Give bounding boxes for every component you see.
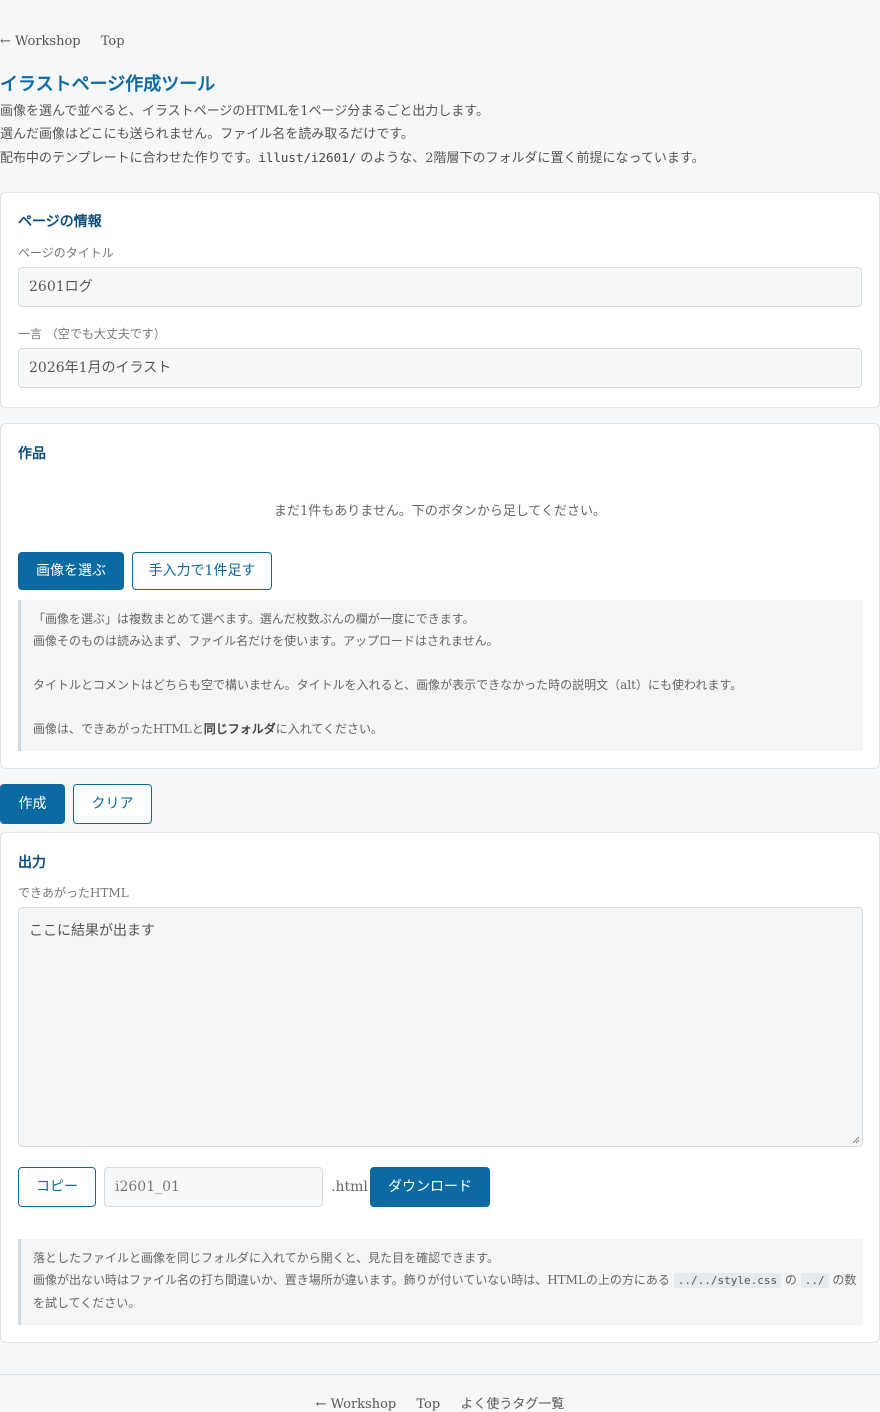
footer-links: ← Workshop Top よく使うタグ一覧 <box>0 1393 880 1412</box>
download-button[interactable]: ダウンロード <box>370 1167 490 1207</box>
output-tip-line-2: 画像が出ない時はファイル名の打ち間違いか、置き場所が違います。飾りが付いていない… <box>33 1269 856 1292</box>
output-tip-line-1: 落としたファイルと画像を同じフォルダに入れてから開くと、見た目を確認できます。 <box>33 1251 499 1265</box>
intro-line-3: 配布中のテンプレートに合わせた作りです。illust/i2601/ のような、2… <box>0 146 705 170</box>
intro-line-2: 選んだ画像はどこにも送られません。ファイル名を読み取るだけです。 <box>0 127 414 142</box>
output-tip-line-3: を試してください。 <box>33 1296 141 1310</box>
page-info-heading: ページの情報 <box>18 214 102 230</box>
output-tip-line-2-mid: の <box>781 1273 801 1287</box>
works-note-line-2: 画像そのものは読み込まず、ファイル名だけを使います。アップロードはされません。 <box>33 634 499 648</box>
works-note-line-4-post: に入れてください。 <box>275 722 384 736</box>
intro-folder-code: illust/i2601/ <box>258 150 357 165</box>
output-html-label: できあがったHTML <box>18 886 129 900</box>
nav-top-link[interactable]: Top <box>101 34 125 49</box>
top-nav: ← Workshop Top <box>0 34 141 49</box>
works-note-line-3: タイトルとコメントはどちらも空で構いません。タイトルを入れると、画像が表示できな… <box>33 678 743 692</box>
works-note: 「画像を選ぶ」は複数まとめて選べます。選んだ枚数ぶんの欄が一度にできます。 画像… <box>18 600 863 751</box>
works-note-line-4-pre: 画像は、できあがったHTMLと <box>33 722 204 736</box>
page-title-label: ページのタイトル <box>18 246 114 260</box>
comment-label: 一言 （空でも大丈夫です） <box>18 327 166 341</box>
output-heading: 出力 <box>18 855 46 871</box>
intro-line-3-post: のような、2階層下のフォルダに置く前提になっています。 <box>356 151 705 166</box>
footer: ← Workshop Top よく使うタグ一覧 <box>0 1374 880 1412</box>
intro-text: 画像を選んで並べると、イラストページのHTMLを1ページ分まるごと出力します。 … <box>0 100 705 170</box>
filename-input[interactable]: i2601_01 <box>104 1167 323 1207</box>
page-title: イラストページ作成ツール <box>0 74 216 95</box>
output-tip-line-2-post: の数 <box>828 1273 857 1287</box>
output-html-textarea[interactable]: ここに結果が出ます <box>18 907 863 1147</box>
comment-input[interactable]: 2026年1月のイラスト <box>18 348 862 388</box>
works-note-emphasis: 同じフォルダ <box>203 722 276 736</box>
works-note-line-4: 画像は、できあがったHTMLと同じフォルダに入れてください。 <box>33 718 851 740</box>
choose-images-button[interactable]: 画像を選ぶ <box>18 552 124 590</box>
works-empty-message: まだ1件もありません。下のボタンから足してください。 <box>273 504 607 519</box>
copy-button[interactable]: コピー <box>18 1167 96 1207</box>
output-placeholder: ここに結果が出ます <box>29 923 155 939</box>
clear-button[interactable]: クリア <box>73 784 152 824</box>
page-title-input[interactable]: 2601ログ <box>18 267 862 307</box>
create-button[interactable]: 作成 <box>0 784 65 824</box>
style-css-code: ../../style.css <box>673 1273 782 1288</box>
nav-back-workshop-link[interactable]: ← Workshop <box>0 34 81 49</box>
file-extension-label: .html <box>331 1179 368 1195</box>
works-heading: 作品 <box>18 446 46 462</box>
page-info-card: ページの情報 ページのタイトル 2601ログ 一言 （空でも大丈夫です） 202… <box>0 192 880 408</box>
output-card: 出力 できあがったHTML ここに結果が出ます コピー i2601_01 .ht… <box>0 832 880 1343</box>
parent-dir-code: ../ <box>800 1273 829 1288</box>
intro-line-1: 画像を選んで並べると、イラストページのHTMLを1ページ分まるごと出力します。 <box>0 104 489 119</box>
add-manual-entry-button[interactable]: 手入力で1件足す <box>132 552 272 590</box>
output-tip: 落としたファイルと画像を同じフォルダに入れてから開くと、見た目を確認できます。 … <box>18 1239 863 1325</box>
resize-handle-icon[interactable] <box>852 1136 860 1144</box>
works-note-line-1: 「画像を選ぶ」は複数まとめて選べます。選んだ枚数ぶんの欄が一度にできます。 <box>33 612 475 626</box>
intro-line-3-pre: 配布中のテンプレートに合わせた作りです。 <box>0 151 259 166</box>
works-card: 作品 まだ1件もありません。下のボタンから足してください。 画像を選ぶ 手入力で… <box>0 423 880 769</box>
output-tip-line-2-pre: 画像が出ない時はファイル名の打ち間違いか、置き場所が違います。飾りが付いていない… <box>33 1273 674 1287</box>
